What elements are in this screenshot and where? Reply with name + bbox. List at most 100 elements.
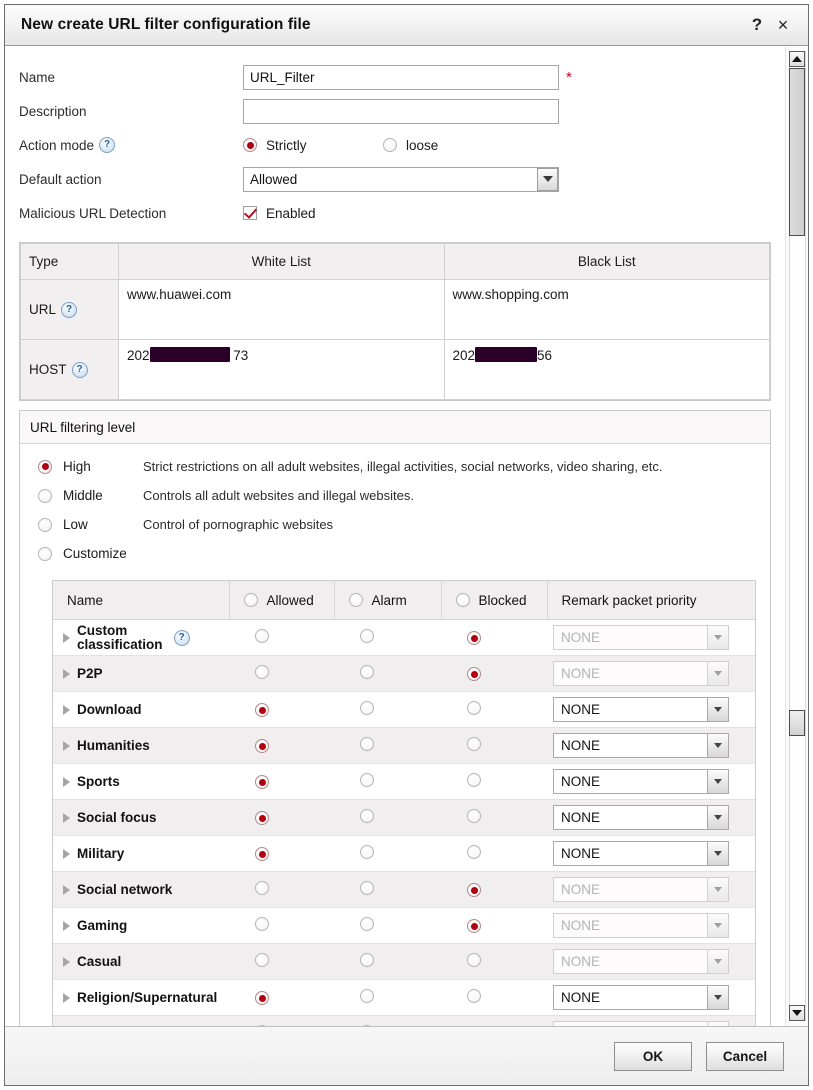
category-blocked-cell[interactable] bbox=[441, 620, 547, 656]
default-action-select[interactable]: Allowed bbox=[243, 167, 559, 192]
radio-allowed[interactable] bbox=[255, 917, 269, 931]
expand-triangle-icon[interactable] bbox=[63, 921, 70, 931]
radio-alarm[interactable] bbox=[360, 737, 374, 751]
chevron-down-icon[interactable] bbox=[707, 770, 728, 793]
category-blocked-cell[interactable] bbox=[441, 908, 547, 944]
category-blocked-cell[interactable] bbox=[441, 836, 547, 872]
radio-allowed[interactable] bbox=[255, 629, 269, 643]
host-help-icon[interactable]: ? bbox=[72, 362, 88, 378]
chevron-down-icon[interactable] bbox=[707, 734, 728, 757]
category-blocked-cell[interactable] bbox=[441, 980, 547, 1016]
scroll-down-arrow-icon[interactable] bbox=[789, 1005, 805, 1021]
radio-blocked[interactable] bbox=[467, 883, 481, 897]
category-allowed-cell[interactable] bbox=[229, 656, 334, 692]
radio-level-low[interactable] bbox=[38, 518, 52, 532]
radio-blocked[interactable] bbox=[467, 737, 481, 751]
radio-blocked[interactable] bbox=[467, 701, 481, 715]
black-list-host-value[interactable]: 20256 bbox=[444, 340, 770, 400]
radio-alarm[interactable] bbox=[360, 989, 374, 1003]
category-blocked-cell[interactable] bbox=[441, 764, 547, 800]
action-mode-option-loose[interactable]: loose bbox=[383, 138, 438, 153]
radio-level-high[interactable] bbox=[38, 460, 52, 474]
category-alarm-cell[interactable] bbox=[334, 620, 441, 656]
white-list-url-value[interactable]: www.huawei.com bbox=[119, 280, 445, 340]
category-blocked-cell[interactable] bbox=[441, 692, 547, 728]
remark-packet-priority-select[interactable]: NONE bbox=[553, 841, 729, 866]
chevron-down-icon[interactable] bbox=[707, 806, 728, 829]
radio-blocked[interactable] bbox=[467, 773, 481, 787]
category-alarm-cell[interactable] bbox=[334, 728, 441, 764]
white-list-host-value[interactable]: 202 73 bbox=[119, 340, 445, 400]
close-icon[interactable]: × bbox=[770, 12, 796, 38]
radio-allowed[interactable] bbox=[255, 991, 269, 1005]
action-mode-option-strictly[interactable]: Strictly bbox=[243, 138, 383, 153]
category-alarm-cell[interactable] bbox=[334, 980, 441, 1016]
category-blocked-cell[interactable] bbox=[441, 944, 547, 980]
category-alarm-cell[interactable] bbox=[334, 908, 441, 944]
category-alarm-cell[interactable] bbox=[334, 764, 441, 800]
category-alarm-cell[interactable] bbox=[334, 944, 441, 980]
malicious-url-detection-checkbox-wrap[interactable]: Enabled bbox=[243, 206, 316, 221]
expand-triangle-icon[interactable] bbox=[63, 741, 70, 751]
radio-blocked[interactable] bbox=[467, 845, 481, 859]
category-alarm-cell[interactable] bbox=[334, 872, 441, 908]
expand-triangle-icon[interactable] bbox=[63, 849, 70, 859]
radio-alarm[interactable] bbox=[360, 917, 374, 931]
radio-alarm[interactable] bbox=[360, 809, 374, 823]
remark-packet-priority-select[interactable]: NONE bbox=[553, 733, 729, 758]
radio-loose[interactable] bbox=[383, 138, 397, 152]
radio-alarm[interactable] bbox=[360, 953, 374, 967]
url-help-icon[interactable]: ? bbox=[61, 302, 77, 318]
scroll-up-arrow-icon[interactable] bbox=[789, 51, 805, 67]
category-allowed-cell[interactable] bbox=[229, 836, 334, 872]
category-allowed-cell[interactable] bbox=[229, 692, 334, 728]
help-icon[interactable]: ? bbox=[744, 12, 770, 38]
name-input[interactable] bbox=[243, 65, 559, 90]
radio-strictly[interactable] bbox=[243, 138, 257, 152]
description-input[interactable] bbox=[243, 99, 559, 124]
category-help-icon[interactable]: ? bbox=[174, 630, 190, 646]
category-allowed-cell[interactable] bbox=[229, 944, 334, 980]
radio-blocked[interactable] bbox=[467, 631, 481, 645]
cancel-button[interactable]: Cancel bbox=[706, 1042, 784, 1071]
category-allowed-cell[interactable] bbox=[229, 908, 334, 944]
radio-alarm[interactable] bbox=[360, 773, 374, 787]
expand-triangle-icon[interactable] bbox=[63, 813, 70, 823]
category-alarm-cell[interactable] bbox=[334, 656, 441, 692]
remark-packet-priority-select[interactable]: NONE bbox=[553, 697, 729, 722]
radio-blocked[interactable] bbox=[467, 953, 481, 967]
category-allowed-cell[interactable] bbox=[229, 728, 334, 764]
expand-triangle-icon[interactable] bbox=[63, 957, 70, 967]
level-option-high[interactable]: High Strict restrictions on all adult we… bbox=[20, 452, 770, 481]
category-blocked-cell[interactable] bbox=[441, 728, 547, 764]
radio-allowed[interactable] bbox=[255, 739, 269, 753]
expand-triangle-icon[interactable] bbox=[63, 777, 70, 787]
category-blocked-cell[interactable] bbox=[441, 800, 547, 836]
radio-allowed[interactable] bbox=[255, 775, 269, 789]
radio-select-all-blocked[interactable] bbox=[456, 593, 470, 607]
category-allowed-cell[interactable] bbox=[229, 872, 334, 908]
ok-button[interactable]: OK bbox=[614, 1042, 692, 1071]
chevron-down-icon[interactable] bbox=[707, 986, 728, 1009]
radio-alarm[interactable] bbox=[360, 665, 374, 679]
category-alarm-cell[interactable] bbox=[334, 800, 441, 836]
expand-triangle-icon[interactable] bbox=[63, 705, 70, 715]
chevron-down-icon[interactable] bbox=[707, 842, 728, 865]
category-alarm-cell[interactable] bbox=[334, 836, 441, 872]
remark-packet-priority-select[interactable]: NONE bbox=[553, 805, 729, 830]
radio-allowed[interactable] bbox=[255, 811, 269, 825]
category-allowed-cell[interactable] bbox=[229, 800, 334, 836]
remark-packet-priority-select[interactable]: NONE bbox=[553, 769, 729, 794]
radio-allowed[interactable] bbox=[255, 953, 269, 967]
scrollbar-thumb-upper[interactable] bbox=[789, 68, 805, 236]
radio-allowed[interactable] bbox=[255, 847, 269, 861]
category-allowed-cell[interactable] bbox=[229, 764, 334, 800]
action-mode-help-icon[interactable]: ? bbox=[99, 137, 115, 153]
radio-alarm[interactable] bbox=[360, 701, 374, 715]
category-alarm-cell[interactable] bbox=[334, 692, 441, 728]
category-allowed-cell[interactable] bbox=[229, 620, 334, 656]
chevron-down-icon[interactable] bbox=[537, 168, 558, 191]
level-option-middle[interactable]: Middle Controls all adult websites and i… bbox=[20, 481, 770, 510]
radio-blocked[interactable] bbox=[467, 989, 481, 1003]
radio-allowed[interactable] bbox=[255, 1025, 269, 1026]
